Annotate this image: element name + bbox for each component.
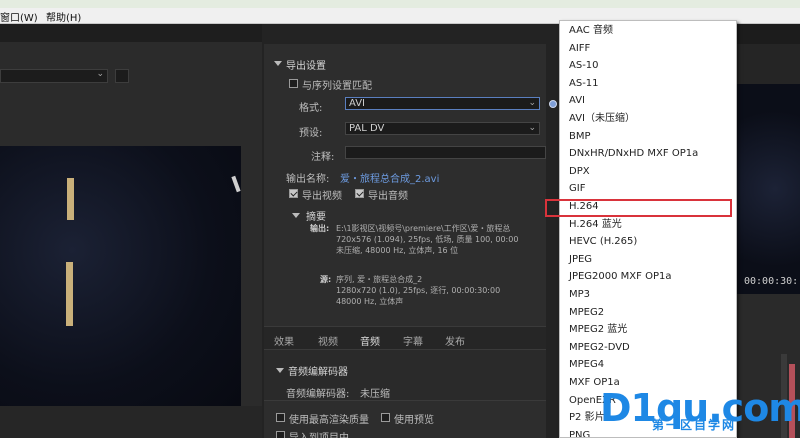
program-timecode: 00:00:30:: [744, 276, 799, 287]
collapse-triangle-icon[interactable]: [276, 368, 284, 373]
format-option[interactable]: DPX: [569, 166, 590, 178]
collapse-triangle-icon[interactable]: [292, 213, 300, 218]
import-into-project-checkbox[interactable]: [276, 431, 285, 438]
tab-effects[interactable]: 效果: [274, 333, 294, 348]
program-video-preview: [737, 84, 800, 294]
format-option[interactable]: DNxHR/DNxHD MXF OP1a: [569, 148, 698, 160]
format-option[interactable]: AAC 音频: [569, 25, 613, 37]
format-selected-radio-icon: [549, 100, 557, 108]
export-tabs: 效果 视频 音频 字幕 发布: [264, 326, 546, 352]
format-value: AVI: [349, 98, 365, 109]
summary-output-line: 未压缩, 48000 Hz, 立体声, 16 位: [336, 246, 459, 255]
export-audio-checkbox[interactable]: [355, 189, 364, 198]
export-video-checkbox[interactable]: [289, 189, 298, 198]
preset-select[interactable]: PAL DV ⌄: [345, 122, 540, 135]
max-render-quality-label: 使用最高渲染质量: [289, 415, 369, 426]
format-option[interactable]: MPEG2-DVD: [569, 342, 630, 354]
tab-publish[interactable]: 发布: [445, 333, 465, 348]
import-into-project-label: 导入到项目中: [289, 429, 349, 438]
format-option[interactable]: AS-11: [569, 78, 599, 90]
watermark-tagline: 第一区自学网: [652, 418, 737, 432]
format-dropdown-list: AAC 音频 AIFF AS-10 AS-11 AVI AVI（未压缩） BMP DNxHR/…: [559, 20, 737, 438]
program-monitor-header: [737, 24, 800, 44]
format-option[interactable]: MP3: [569, 289, 590, 301]
road-sign-shape: [231, 175, 241, 193]
output-name-label: 输出名称:: [286, 174, 330, 185]
source-panel: ⌄: [0, 24, 262, 438]
use-previews-label: 使用预览: [394, 415, 434, 426]
format-option[interactable]: JPEG2000 MXF OP1a: [569, 271, 671, 283]
chevron-down-icon: ⌄: [528, 98, 536, 108]
format-option[interactable]: AVI（未压缩）: [569, 113, 635, 125]
format-option[interactable]: PNG: [569, 430, 590, 437]
source-panel-header: [0, 24, 262, 42]
format-option[interactable]: MPEG4: [569, 359, 604, 371]
source-crop-button[interactable]: [115, 69, 129, 83]
max-render-quality-checkbox[interactable]: [276, 413, 285, 422]
summary-title: 摘要: [306, 212, 326, 223]
summary-output-line: E:\1影视区\视频号\premiere\工作区\爱・旅程总: [336, 224, 511, 233]
comments-label: 注释:: [311, 152, 335, 163]
chevron-down-icon: ⌄: [528, 123, 536, 133]
format-option[interactable]: HEVC (H.265): [569, 236, 637, 248]
format-option[interactable]: AS-10: [569, 60, 599, 72]
summary-source-line: 1280x720 (1.0), 25fps, 逐行, 00:00:30:00: [336, 286, 501, 295]
format-option[interactable]: BMP: [569, 131, 591, 143]
h264-highlight-box: [545, 199, 732, 217]
window-titlebar: [0, 0, 800, 8]
use-previews-checkbox[interactable]: [381, 413, 390, 422]
source-timeline-strip: [0, 406, 262, 438]
site-watermark: D1qu.com 第一区自学网: [600, 386, 800, 436]
match-sequence-label: 与序列设置匹配: [302, 81, 372, 92]
collapse-triangle-icon[interactable]: [274, 61, 282, 66]
audio-codec-label: 音频编解码器:: [286, 389, 350, 400]
menu-window[interactable]: 窗口(W): [0, 9, 38, 24]
audio-codec-section: 音频编解码器 音频编解码器: 未压缩: [264, 350, 546, 400]
comments-input[interactable]: [345, 146, 546, 159]
menu-help[interactable]: 帮助(H): [46, 9, 81, 24]
format-option[interactable]: MPEG2 蓝光: [569, 324, 627, 336]
summary-source-line: 48000 Hz, 立体声: [336, 297, 404, 306]
summary-source-label: 源:: [320, 275, 332, 284]
preset-label: 预设:: [299, 128, 323, 139]
match-sequence-checkbox[interactable]: [289, 79, 298, 88]
render-options: 使用最高渲染质量 使用预览 导入到项目中: [264, 400, 546, 438]
format-option[interactable]: AIFF: [569, 43, 590, 55]
format-label: 格式:: [299, 103, 323, 114]
audio-codec-value[interactable]: 未压缩: [360, 385, 390, 400]
export-audio-label: 导出音频: [368, 191, 408, 202]
format-select[interactable]: AVI ⌄: [345, 97, 540, 110]
tab-video[interactable]: 视频: [318, 333, 338, 348]
format-option[interactable]: GIF: [569, 183, 585, 195]
format-option[interactable]: JPEG: [569, 254, 592, 266]
source-scaling-dropdown[interactable]: ⌄: [0, 69, 108, 83]
summary-output-line: 720x576 (1.094), 25fps, 低场, 质量 100, 00:0…: [336, 235, 519, 244]
format-option[interactable]: AVI: [569, 95, 585, 107]
audio-codec-title: 音频编解码器: [288, 367, 348, 378]
export-settings-title: 导出设置: [286, 61, 326, 72]
program-monitor-panel: 00:00:30:: [737, 24, 800, 438]
format-option[interactable]: MPEG2: [569, 307, 604, 319]
road-marking: [66, 262, 73, 326]
summary-source-line: 序列, 爱・旅程总合成_2: [336, 275, 423, 284]
road-marking: [67, 178, 74, 220]
preset-value: PAL DV: [349, 123, 385, 134]
summary-output-label: 输出:: [310, 224, 330, 233]
output-name-link[interactable]: 爱・旅程总合成_2.avi: [340, 170, 439, 185]
chevron-down-icon: ⌄: [96, 69, 104, 79]
tab-captions[interactable]: 字幕: [403, 333, 423, 348]
format-option[interactable]: H.264 蓝光: [569, 219, 622, 231]
export-video-label: 导出视频: [302, 191, 342, 202]
source-video-preview: [0, 146, 241, 406]
